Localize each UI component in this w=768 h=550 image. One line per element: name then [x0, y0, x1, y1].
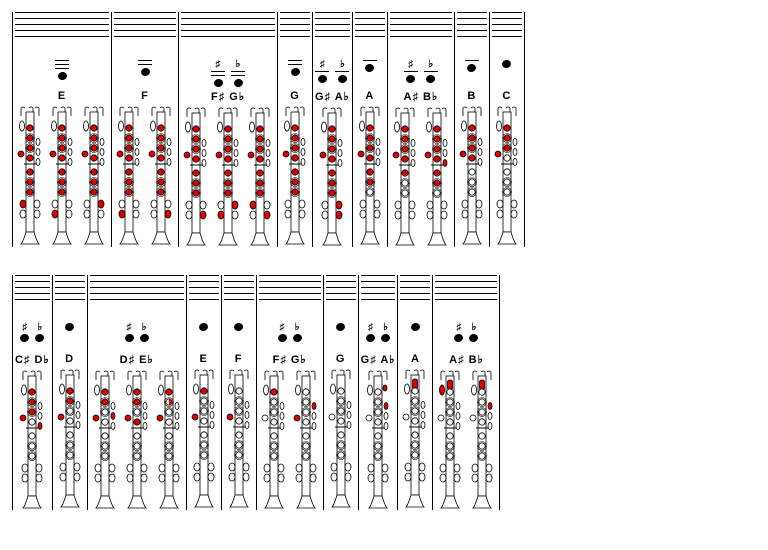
- note-label: B: [467, 90, 476, 102]
- clarinet-icon: [435, 370, 465, 510]
- fingering-cell: ♯♭D♯ E♭: [88, 275, 187, 510]
- note-label: A: [365, 90, 374, 102]
- fingering-cell: ♯♭C♯ D♭: [12, 275, 53, 510]
- fingering-diagrams: [15, 106, 109, 246]
- fingering-cell: ♯♭A♯ B♭: [433, 275, 500, 510]
- note-label: G♯ A♭: [315, 90, 350, 103]
- fingering-cell: A: [353, 12, 388, 247]
- clarinet-icon: [492, 106, 522, 246]
- clarinet-icon: [467, 370, 497, 510]
- fingering-diagrams: [17, 370, 47, 510]
- clarinet-icon: [326, 369, 356, 509]
- fingering-diagrams: [224, 369, 254, 509]
- clarinet-icon: [457, 106, 487, 246]
- fingering-cell: G: [278, 12, 313, 247]
- clarinet-icon: [291, 370, 321, 510]
- fingering-cell: D: [53, 275, 88, 510]
- fingering-cell: ♯♭G♯ A♭: [359, 275, 399, 510]
- fingering-cell: ♯♭F♯ G♭: [257, 275, 324, 510]
- clarinet-icon: [422, 107, 452, 247]
- fingering-diagrams: [181, 107, 275, 247]
- fingering-diagrams: [355, 106, 385, 246]
- fingering-diagrams: [390, 107, 452, 247]
- clarinet-icon: [181, 107, 211, 247]
- note-label: G: [336, 353, 346, 365]
- fingering-cell: E: [12, 12, 112, 247]
- clarinet-icon: [47, 106, 77, 246]
- note-label: A: [411, 353, 420, 365]
- fingering-row-1: E F ♯♭F♯ G♭ G ♯♭G♯ A♭ A ♯♭A♯ B♭ B C: [12, 12, 768, 247]
- clarinet-icon: [363, 370, 393, 510]
- clarinet-icon: [317, 107, 347, 247]
- fingering-diagrams: [280, 106, 310, 246]
- note-label: A♯ B♭: [449, 353, 484, 366]
- note-label: F♯ G♭: [211, 90, 245, 103]
- clarinet-icon: [154, 370, 184, 510]
- note-label: C: [502, 90, 511, 102]
- note-label: D♯ E♭: [120, 353, 154, 366]
- fingering-diagrams: [55, 369, 85, 509]
- note-label: E: [58, 90, 66, 102]
- note-label: F♯ G♭: [273, 353, 307, 366]
- fingering-cell: ♯♭G♯ A♭: [313, 12, 353, 247]
- fingering-cell: B: [455, 12, 490, 247]
- fingering-cell: ♯♭A♯ B♭: [388, 12, 455, 247]
- clarinet-icon: [15, 106, 45, 246]
- note-label: C♯ D♭: [15, 353, 50, 366]
- fingering-diagrams: [326, 369, 356, 509]
- fingering-diagrams: [90, 370, 184, 510]
- clarinet-icon: [355, 106, 385, 246]
- clarinet-icon: [90, 370, 120, 510]
- fingering-row-2: ♯♭C♯ D♭ D ♯♭D♯ E♭ E F ♯♭F♯ G♭ G ♯♭G♯ A♭ A ♯♭A♯ B♭: [12, 275, 768, 510]
- clarinet-icon: [280, 106, 310, 246]
- note-label: F: [235, 353, 243, 365]
- note-label: G: [290, 90, 300, 102]
- fingering-diagrams: [457, 106, 487, 246]
- fingering-cell: E: [187, 275, 222, 510]
- clarinet-icon: [79, 106, 109, 246]
- fingering-cell: F: [222, 275, 257, 510]
- fingering-diagrams: [114, 106, 176, 246]
- clarinet-icon: [114, 106, 144, 246]
- fingering-diagrams: [400, 369, 430, 509]
- note-label: F: [141, 90, 149, 102]
- clarinet-icon: [245, 107, 275, 247]
- fingering-cell: F: [112, 12, 179, 247]
- clarinet-icon: [122, 370, 152, 510]
- clarinet-icon: [189, 369, 219, 509]
- note-label: D: [65, 353, 74, 365]
- fingering-diagrams: [189, 369, 219, 509]
- fingering-cell: A: [398, 275, 433, 510]
- fingering-cell: ♯♭F♯ G♭: [179, 12, 278, 247]
- fingering-cell: G: [324, 275, 359, 510]
- clarinet-icon: [390, 107, 420, 247]
- clarinet-icon: [17, 370, 47, 510]
- note-label: E: [199, 353, 207, 365]
- fingering-diagrams: [317, 107, 347, 247]
- fingering-cell: C: [490, 12, 525, 247]
- fingering-diagrams: [435, 370, 497, 510]
- fingering-diagrams: [492, 106, 522, 246]
- clarinet-icon: [224, 369, 254, 509]
- clarinet-icon: [213, 107, 243, 247]
- clarinet-icon: [55, 369, 85, 509]
- clarinet-icon: [259, 370, 289, 510]
- note-label: G♯ A♭: [361, 353, 396, 366]
- note-label: A♯ B♭: [404, 90, 439, 103]
- fingering-diagrams: [363, 370, 393, 510]
- clarinet-icon: [400, 369, 430, 509]
- fingering-diagrams: [259, 370, 321, 510]
- clarinet-icon: [146, 106, 176, 246]
